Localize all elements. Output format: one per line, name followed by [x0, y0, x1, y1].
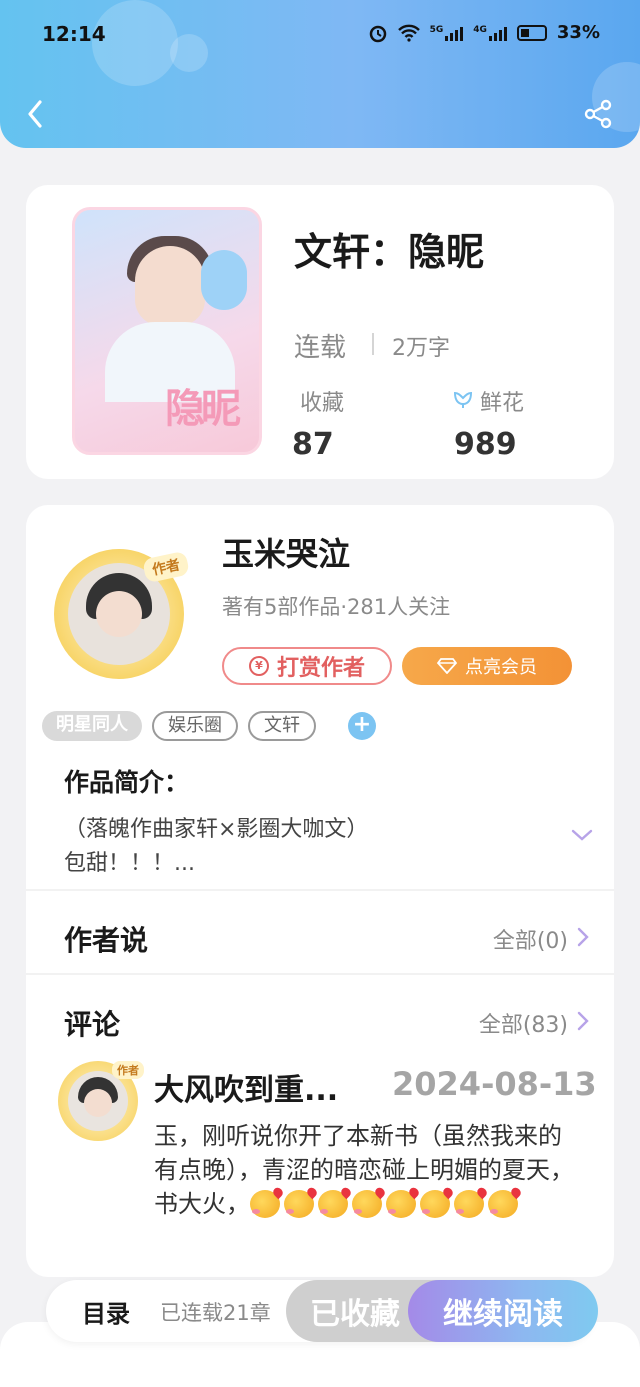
book-title: 文轩：隐昵 — [294, 230, 485, 274]
commenter-avatar[interactable]: 作者 — [58, 1061, 144, 1141]
hearts-face-emoji-icon — [250, 1190, 280, 1218]
hearts-face-emoji-icon — [318, 1190, 348, 1218]
catalog-button[interactable]: 目录 — [82, 1294, 130, 1329]
status-icons: 5G 4G 33% — [368, 22, 600, 43]
book-word-count: 2万字 — [392, 336, 450, 361]
hearts-face-emoji-icon — [454, 1190, 484, 1218]
author-name[interactable]: 玉米哭泣 — [222, 529, 350, 575]
coin-icon: ¥ — [248, 656, 269, 676]
battery-percent: 33% — [556, 22, 600, 43]
share-icon[interactable] — [582, 98, 614, 130]
author-badge: 作者 — [141, 550, 191, 584]
continue-reading-button[interactable]: 继续阅读 — [408, 1280, 598, 1342]
vip-button[interactable]: 点亮会员 — [402, 647, 572, 685]
hearts-face-emoji-icon — [352, 1190, 382, 1218]
alarm-icon — [369, 25, 386, 42]
divider — [372, 333, 374, 355]
tag-list: 明星同人 娱乐圈 文轩 + — [42, 711, 376, 741]
vip-label: 点亮会员 — [465, 657, 537, 678]
intro-title: 作品简介： — [64, 768, 190, 797]
avatar-photo — [68, 1071, 128, 1131]
status-time: 12:14 — [42, 22, 106, 46]
intro-line: （落魄作曲家轩×影圈大咖文） — [64, 817, 369, 842]
tag-item[interactable]: 明星同人 — [42, 711, 142, 741]
avatar-face — [96, 591, 142, 637]
signal-5g-icon: 5G — [430, 25, 464, 41]
favorites-count: 87 — [292, 427, 334, 462]
cover-figure-face — [135, 246, 205, 326]
catalog-status[interactable]: 已连载21章 — [160, 1297, 290, 1327]
battery-icon — [516, 24, 547, 41]
book-cover-image[interactable]: 隐昵 — [72, 207, 262, 455]
add-tag-button[interactable]: + — [348, 712, 376, 740]
back-arrow-icon[interactable] — [22, 96, 50, 132]
tag-item[interactable]: 娱乐圈 — [152, 711, 238, 741]
diamond-icon — [437, 658, 457, 674]
book-info-card: 隐昵 文轩：隐昵 连载 2万字 收藏 87 鲜花 989 — [26, 185, 614, 479]
flowers-count: 989 — [454, 427, 517, 462]
intro-text[interactable]: （落魄作曲家轩×影圈大咖文） 包甜！！！... — [64, 813, 544, 881]
comments-title: 评论 — [64, 1008, 121, 1041]
comment-text[interactable]: 玉，刚听说你开了本新书（虽然我来的有点晚），青涩的暗恋碰上明媚的夏天，书大火， — [154, 1119, 574, 1221]
signal-4g-icon: 4G — [473, 25, 507, 41]
author-badge: 作者 — [112, 1061, 144, 1079]
hearts-face-emoji-icon — [284, 1190, 314, 1218]
flower-icon — [453, 391, 473, 408]
avatar-face — [84, 1089, 112, 1117]
author-avatar[interactable]: 作者 — [54, 549, 191, 679]
hearts-face-emoji-icon — [488, 1190, 518, 1218]
commenter-name[interactable]: 大风吹到重... — [154, 1065, 338, 1109]
status-bar: 12:14 5G 4G 33% — [0, 0, 640, 70]
chevron-right-icon[interactable] — [576, 1010, 590, 1032]
favorites-label: 收藏 — [300, 391, 345, 416]
tag-item[interactable]: 文轩 — [248, 711, 316, 741]
cover-title-art: 隐昵 — [165, 386, 241, 432]
hearts-face-emoji-icon — [420, 1190, 450, 1218]
details-card: 作者 玉米哭泣 著有5部作品·281人关注 ¥ 打赏作者 点亮会员 明星同人 娱… — [26, 505, 614, 1277]
comment-date: 2024-08-13 — [392, 1065, 597, 1103]
cover-decor — [201, 250, 247, 310]
tip-author-label: 打赏作者 — [276, 656, 365, 681]
book-status: 连载 — [294, 333, 347, 363]
comments-more-link[interactable]: 全部(83) — [479, 1007, 568, 1039]
intro-line: 包甜！！！... — [64, 851, 195, 876]
flowers-label: 鲜花 — [480, 391, 525, 416]
tip-author-button[interactable]: ¥ 打赏作者 — [222, 647, 392, 685]
chevron-right-icon[interactable] — [576, 926, 590, 948]
hearts-face-emoji-icon — [386, 1190, 416, 1218]
header-bar: 12:14 5G 4G 33% — [0, 0, 640, 148]
chevron-down-icon[interactable] — [570, 827, 594, 843]
divider — [26, 889, 614, 891]
wifi-icon — [397, 24, 420, 42]
author-says-title: 作者说 — [64, 924, 149, 957]
divider — [26, 973, 614, 975]
bottom-action-bar: 目录 已连载21章 已收藏 继续阅读 — [46, 1280, 598, 1342]
author-says-more-link[interactable]: 全部(0) — [493, 923, 568, 955]
author-stats: 著有5部作品·281人关注 — [222, 595, 451, 619]
